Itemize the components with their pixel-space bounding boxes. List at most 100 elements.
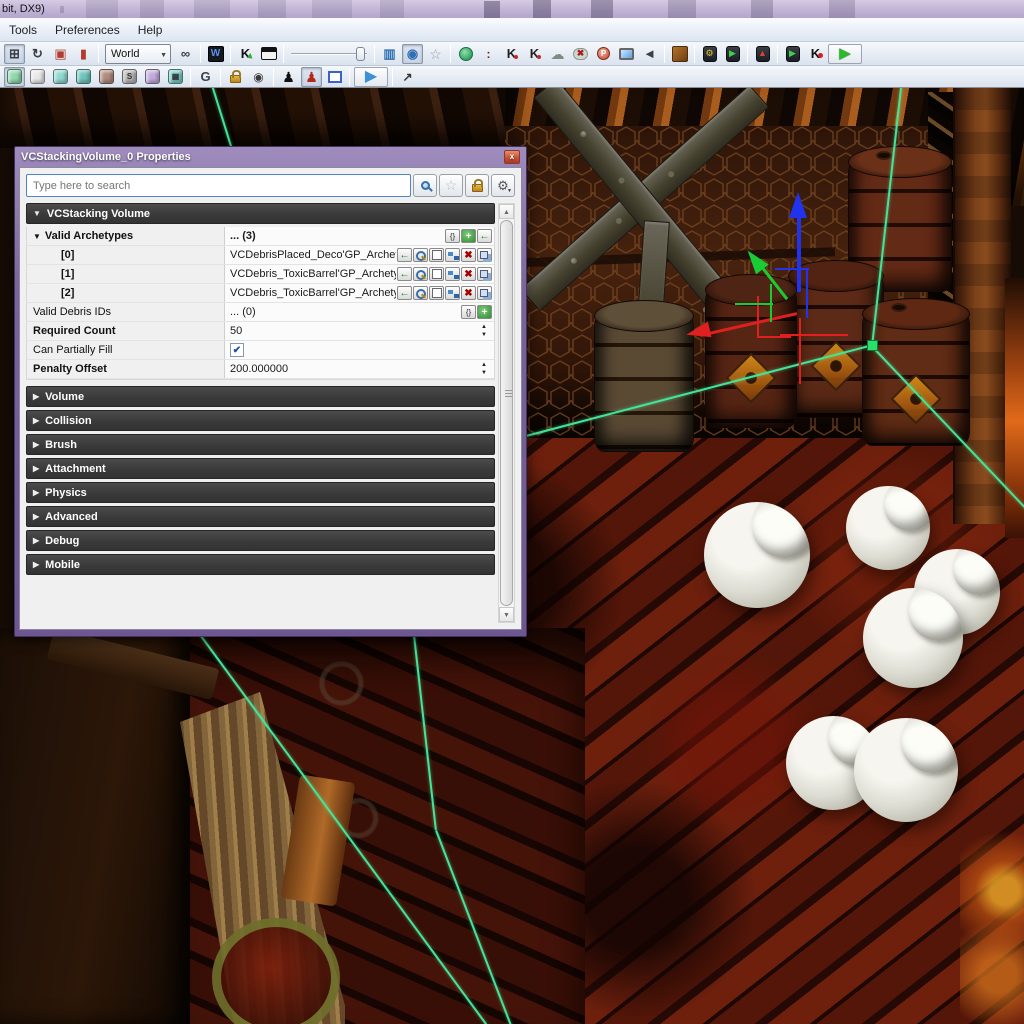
properties-window[interactable]: VCStackingVolume_0 Properties x ☆ ⚙▼ ▼ V…: [14, 146, 527, 637]
region-tool[interactable]: [324, 67, 345, 87]
cube-teal-tool[interactable]: [50, 67, 71, 87]
lock-tool[interactable]: [225, 67, 246, 87]
light-probe-tool[interactable]: P: [593, 44, 614, 64]
section-advanced[interactable]: ▶ Advanced: [26, 506, 495, 527]
key-record-tool[interactable]: K: [805, 44, 826, 64]
cloud-tool[interactable]: ☁: [547, 44, 568, 64]
spin-up-icon[interactable]: ▲: [476, 323, 492, 331]
nav-back-icon[interactable]: ←: [397, 248, 412, 262]
delete-icon[interactable]: ✖: [461, 248, 476, 262]
section-physics[interactable]: ▶ Physics: [26, 482, 495, 503]
spin-down-icon[interactable]: ▼: [476, 331, 492, 339]
frame-icon[interactable]: [429, 267, 444, 281]
camera-select-tool[interactable]: ◉: [402, 43, 423, 64]
spin-down-icon[interactable]: ▼: [476, 369, 492, 377]
nav-back-icon[interactable]: ←: [397, 267, 412, 281]
add-icon[interactable]: +: [461, 229, 476, 243]
add-icon[interactable]: +: [477, 305, 492, 319]
rotate-tool[interactable]: ↻: [27, 44, 48, 64]
toxic-barrel[interactable]: [705, 274, 797, 428]
keyframe-tool[interactable]: K: [235, 44, 256, 64]
cube-pattern-tool[interactable]: ▦: [165, 67, 186, 87]
world-selector[interactable]: World ▼: [105, 43, 171, 64]
delete-icon[interactable]: ✖: [461, 267, 476, 281]
app-logo-button[interactable]: W: [205, 44, 226, 64]
key-forward-tool[interactable]: K: [524, 44, 545, 64]
property-value[interactable]: ✔: [225, 341, 494, 359]
copy-icon[interactable]: [477, 286, 492, 300]
property-value[interactable]: ... (3) {} + ←: [225, 227, 494, 245]
controller-record-tool[interactable]: ♟: [301, 66, 322, 87]
copy-icon[interactable]: [477, 248, 492, 262]
audio-tool[interactable]: ◄: [639, 44, 660, 64]
braces-icon[interactable]: {}: [445, 229, 460, 243]
volume-vertex-handle[interactable]: [867, 340, 878, 351]
network-icon[interactable]: [445, 267, 460, 281]
section-volume[interactable]: ▶ Volume: [26, 386, 495, 407]
property-value[interactable]: 50 ▲ ▼: [225, 322, 494, 340]
cube-script-tool[interactable]: S: [119, 67, 140, 87]
play-level-button[interactable]: ▶: [354, 66, 388, 87]
settings-button[interactable]: ⚙ ▼: [491, 174, 515, 197]
scale-tool[interactable]: ▣: [50, 44, 71, 64]
cube-white-tool[interactable]: [27, 67, 48, 87]
favorites-tool[interactable]: ☆: [425, 44, 446, 64]
search-input[interactable]: [26, 174, 411, 197]
key-back-tool[interactable]: K: [501, 44, 522, 64]
visibility-tool[interactable]: ◉: [248, 67, 269, 87]
scroll-down-icon[interactable]: ▼: [499, 607, 514, 622]
find-tool[interactable]: ∞: [175, 44, 196, 64]
camera-speed-slider[interactable]: [291, 44, 367, 64]
device-config-tool[interactable]: ⚙: [699, 44, 720, 64]
barrel[interactable]: [594, 300, 694, 452]
export-tool[interactable]: ↗: [397, 67, 418, 87]
device-play-tool[interactable]: ▶: [722, 44, 743, 64]
monitor-tool[interactable]: [616, 44, 637, 64]
delete-icon[interactable]: ✖: [461, 286, 476, 300]
network-icon[interactable]: [445, 286, 460, 300]
debris-sphere[interactable]: [704, 502, 810, 608]
section-debug[interactable]: ▶ Debug: [26, 530, 495, 551]
section-brush[interactable]: ▶ Brush: [26, 434, 495, 455]
magnifier-icon[interactable]: [413, 286, 428, 300]
scrollbar-thumb[interactable]: [500, 220, 513, 606]
debris-sphere[interactable]: [863, 588, 963, 688]
debris-sphere[interactable]: [854, 718, 958, 822]
frame-icon[interactable]: [429, 248, 444, 262]
cube-brown-tool[interactable]: [96, 67, 117, 87]
menu-preferences[interactable]: Preferences: [46, 20, 129, 40]
lock-button[interactable]: [465, 174, 489, 197]
network-icon[interactable]: [445, 248, 460, 262]
property-value[interactable]: VCDebrisPlaced_Deco'GP_Archetypes.Obje←✖: [225, 246, 494, 264]
grid-tool[interactable]: G: [195, 67, 216, 87]
material-tool[interactable]: [669, 44, 690, 64]
scroll-up-icon[interactable]: ▲: [499, 204, 514, 219]
properties-title-bar[interactable]: VCStackingVolume_0 Properties x: [19, 147, 522, 167]
cloud-delete-tool[interactable]: ✖: [570, 44, 591, 64]
property-value[interactable]: 200.000000 ▲ ▼: [225, 360, 494, 378]
property-value[interactable]: VCDebris_ToxicBarrel'GP_Archetypes.Obje←…: [225, 284, 494, 302]
cinematic-tool[interactable]: [258, 44, 279, 64]
debris-sphere[interactable]: [846, 486, 930, 570]
slider-thumb[interactable]: [356, 46, 365, 61]
package-tool[interactable]: ▥: [379, 44, 400, 64]
copy-icon[interactable]: [477, 267, 492, 281]
frame-icon[interactable]: [429, 286, 444, 300]
section-mobile[interactable]: ▶ Mobile: [26, 554, 495, 575]
axis-z-arrowhead[interactable]: [789, 192, 807, 218]
cube-geometry-tool[interactable]: [4, 66, 25, 87]
property-value[interactable]: ... (0) {} +: [225, 303, 494, 321]
nav-back-icon[interactable]: ←: [477, 229, 492, 243]
section-collision[interactable]: ▶ Collision: [26, 410, 495, 431]
remote-play-tool[interactable]: ▶: [782, 44, 803, 64]
magnifier-icon[interactable]: [413, 248, 428, 262]
scrollbar[interactable]: ▲ ▼: [498, 203, 515, 623]
checkbox[interactable]: ✔: [230, 343, 244, 357]
cube-purple-tool[interactable]: [142, 67, 163, 87]
caret-down-icon[interactable]: ▼: [33, 232, 41, 241]
move-tool[interactable]: ⊞: [4, 43, 25, 64]
braces-icon[interactable]: {}: [461, 305, 476, 319]
favorites-button[interactable]: ☆: [439, 174, 463, 197]
menu-tools[interactable]: Tools: [0, 20, 46, 40]
section-attachment[interactable]: ▶ Attachment: [26, 458, 495, 479]
